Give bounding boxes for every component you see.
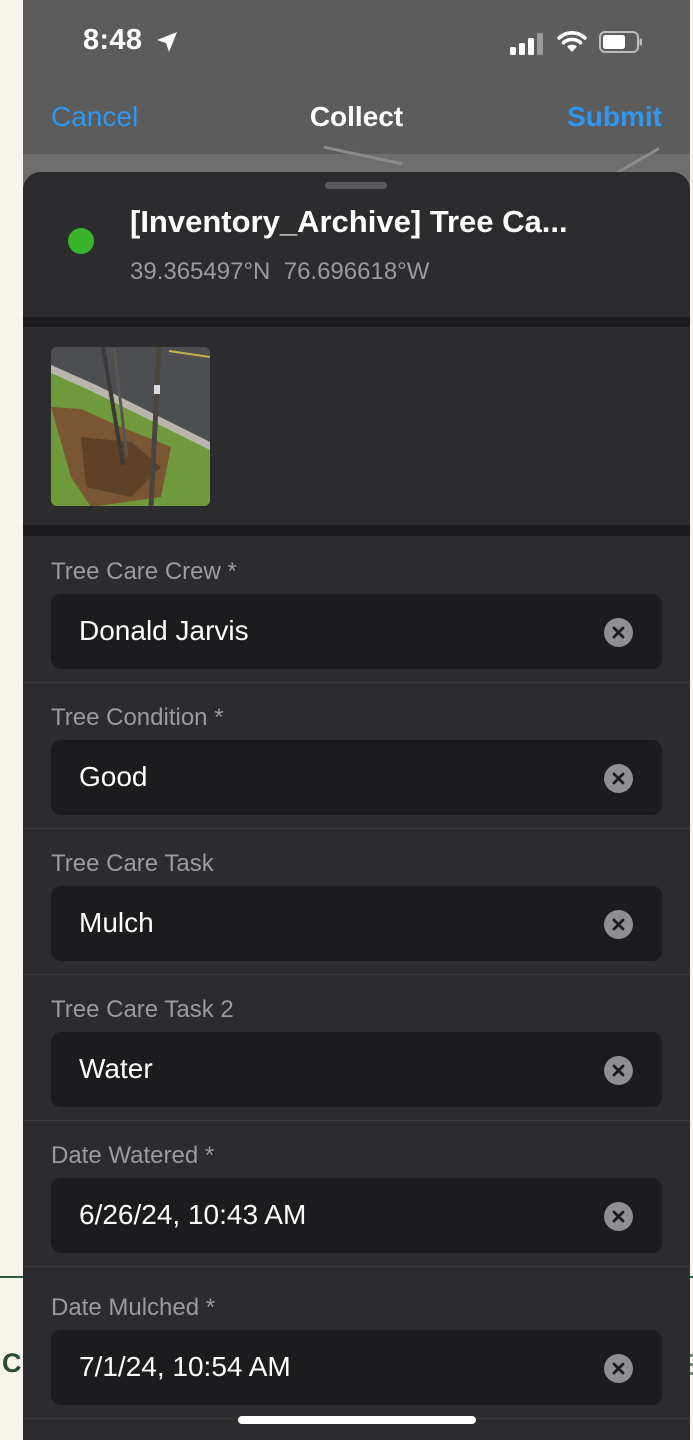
field-label: Date Mulched * xyxy=(51,1294,216,1321)
field-label: Tree Care Crew * xyxy=(51,558,237,585)
status-time: 8:48 xyxy=(83,24,143,56)
date-mulched-input[interactable]: 7/1/24, 10:54 AM xyxy=(51,1330,662,1405)
clear-icon[interactable] xyxy=(604,618,633,647)
field-date-watered: Date Watered * 6/26/24, 10:43 AM xyxy=(23,1120,690,1267)
sheet-grabber-handle[interactable] xyxy=(325,182,387,189)
feature-coordinates: 39.365497°N 76.696618°W xyxy=(130,258,430,285)
clear-icon[interactable] xyxy=(604,1354,633,1383)
field-label: Tree Condition * xyxy=(51,704,224,731)
wifi-icon xyxy=(557,31,587,52)
form-fields: Tree Care Crew * Donald Jarvis Tree Cond… xyxy=(23,536,690,1440)
clear-icon[interactable] xyxy=(604,1202,633,1231)
field-value: Good xyxy=(79,761,148,792)
navigation-bar: Cancel Collect Submit xyxy=(23,88,690,154)
submit-button[interactable]: Submit xyxy=(567,101,662,133)
collect-sheet: [Inventory_Archive] Tree Ca... 39.365497… xyxy=(23,172,690,1440)
tree-condition-input[interactable]: Good xyxy=(51,740,662,815)
field-value: Mulch xyxy=(79,907,154,938)
date-watered-input[interactable]: 6/26/24, 10:43 AM xyxy=(51,1178,662,1253)
field-value: 7/1/24, 10:54 AM xyxy=(79,1351,291,1382)
field-tree-care-crew: Tree Care Crew * Donald Jarvis xyxy=(23,536,690,683)
field-value: 6/26/24, 10:43 AM xyxy=(79,1199,307,1230)
feature-header: [Inventory_Archive] Tree Ca... 39.365497… xyxy=(23,172,690,317)
field-label: Date Watered * xyxy=(51,1142,215,1169)
field-tree-condition: Tree Condition * Good xyxy=(23,682,690,829)
field-label: Tree Care Task 2 xyxy=(51,996,234,1023)
tree-care-task-input[interactable]: Mulch xyxy=(51,886,662,961)
field-tree-care-task: Tree Care Task Mulch xyxy=(23,828,690,975)
attachments-section xyxy=(23,327,690,525)
clear-icon[interactable] xyxy=(604,764,633,793)
tree-photo-thumbnail[interactable] xyxy=(51,347,210,506)
status-bar: 8:48 xyxy=(23,0,690,88)
location-arrow-icon xyxy=(157,32,177,52)
field-label: Tree Care Task xyxy=(51,850,214,877)
field-date-mulched: Date Mulched * 7/1/24, 10:54 AM xyxy=(23,1272,690,1419)
clear-icon[interactable] xyxy=(604,910,633,939)
gps-status-indicator xyxy=(68,228,94,254)
phone-screen: 8:48 Cancel Collect Submit [Inventory_Ar… xyxy=(23,0,690,1440)
tree-care-task-2-input[interactable]: Water xyxy=(51,1032,662,1107)
background-page-text: C xyxy=(2,1348,22,1378)
battery-icon xyxy=(599,31,642,53)
field-value: Donald Jarvis xyxy=(79,615,249,646)
tree-care-crew-input[interactable]: Donald Jarvis xyxy=(51,594,662,669)
field-tree-care-task-2: Tree Care Task 2 Water xyxy=(23,974,690,1121)
cellular-signal-icon xyxy=(510,31,546,55)
feature-title: [Inventory_Archive] Tree Ca... xyxy=(130,204,568,239)
clear-icon[interactable] xyxy=(604,1056,633,1085)
field-value: Water xyxy=(79,1053,153,1084)
home-indicator[interactable] xyxy=(238,1416,476,1424)
